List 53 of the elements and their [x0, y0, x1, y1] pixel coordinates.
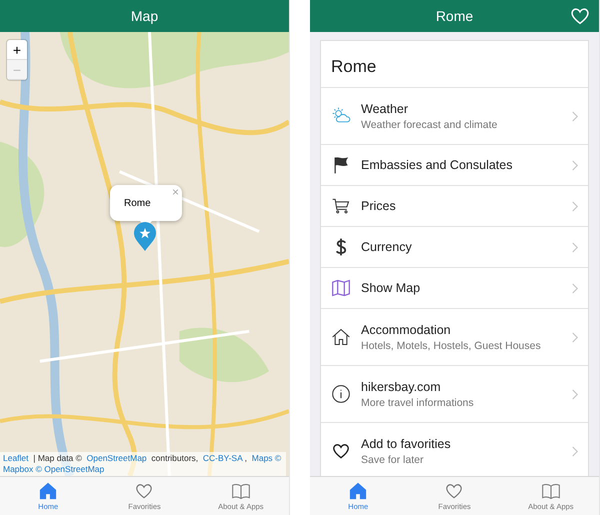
screen-title: Rome — [436, 8, 474, 24]
list-item[interactable]: Embassies and Consulates — [321, 144, 588, 185]
item-subtitle: Save for later — [361, 454, 424, 466]
item-subtitle: Hotels, Motels, Hostels, Guest Houses — [361, 340, 542, 352]
attribution-link[interactable]: CC-BY-SA — [202, 453, 242, 463]
heart-icon — [444, 481, 464, 501]
item-title: Currency — [361, 240, 413, 254]
chevron-icon — [572, 160, 578, 170]
map-icon — [331, 278, 351, 298]
heart-icon — [134, 481, 154, 501]
list-item[interactable]: Currency — [321, 226, 588, 267]
close-button[interactable]: × — [172, 186, 179, 198]
chevron-icon — [572, 282, 578, 294]
chevron-icon — [572, 446, 578, 456]
screen-title: Map — [130, 8, 158, 24]
attribution-link[interactable]: OpenStreetMap — [86, 453, 147, 463]
info-icon — [331, 384, 351, 404]
item-subtitle: Weather forecast and climate — [361, 118, 498, 130]
chevron-icon — [572, 388, 578, 400]
chevron-icon — [572, 110, 578, 122]
item-title: hikersbay.com — [361, 380, 442, 394]
item-title: Accommodation — [361, 322, 452, 336]
heart-icon — [331, 441, 351, 461]
chevron-icon — [572, 200, 578, 212]
book-icon — [540, 481, 561, 501]
attribution-link[interactable]: Leaflet — [3, 453, 29, 463]
item-title: Prices — [361, 199, 397, 213]
popup-title: Rome — [124, 198, 151, 208]
attribution-link[interactable]: Mapbox © OpenStreetMap — [3, 464, 104, 474]
item-subtitle: More travel informations — [361, 396, 475, 408]
list-item[interactable]: Accommodation Hotels, Motels, Hostels, Guest Houses — [321, 308, 588, 365]
list-item[interactable]: Weather Weather forecast and climate — [321, 87, 588, 144]
item-title: Show Map — [361, 281, 422, 295]
list-item[interactable]: Show Map — [321, 267, 588, 308]
list-item[interactable]: hikersbay.com More travel informations — [321, 365, 588, 422]
book-icon — [230, 481, 251, 501]
item-title: Embassies and Consulates — [361, 158, 514, 172]
chevron-icon — [572, 242, 578, 252]
attribution-text: contributors, — [150, 453, 200, 463]
chevron-icon — [572, 332, 578, 342]
house-icon — [331, 327, 351, 347]
attribution-text: | Map data © — [32, 453, 83, 463]
map-pin-icon[interactable] — [133, 222, 157, 252]
cart-icon — [331, 196, 351, 216]
attribution-text: , — [244, 453, 248, 463]
list-item[interactable]: Prices — [321, 185, 588, 226]
home-icon — [38, 481, 58, 501]
item-title: Weather — [361, 102, 410, 116]
zoom-in-button[interactable]: + — [7, 40, 27, 60]
home-icon — [348, 481, 368, 501]
item-title: Add to favorities — [361, 436, 452, 450]
city-heading: Rome — [330, 56, 378, 78]
attribution-link[interactable]: Maps © — [252, 453, 282, 463]
